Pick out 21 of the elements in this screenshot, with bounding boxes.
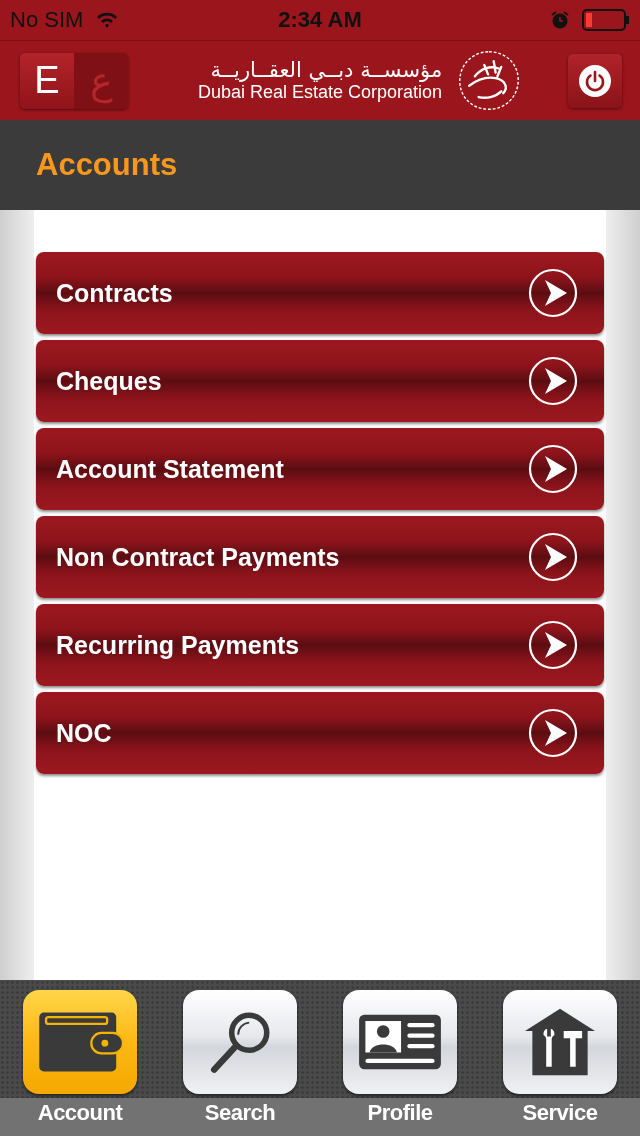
carrier-text: No SIM (10, 7, 84, 33)
alarm-icon (550, 10, 570, 30)
language-button[interactable]: E (20, 52, 74, 109)
organization-name-arabic: مؤسســة دبــي العقــاريــة (210, 58, 443, 82)
tab[interactable]: Account (0, 980, 160, 1136)
tab[interactable]: Search (160, 980, 320, 1136)
power-button[interactable] (568, 53, 622, 108)
menu-item[interactable]: Non Contract Payments (36, 516, 604, 598)
battery-icon (582, 9, 630, 31)
menu-item[interactable]: Recurring Payments (36, 604, 604, 686)
power-icon (578, 63, 612, 98)
menu-item[interactable]: NOC (36, 692, 604, 774)
menu-item[interactable]: Contracts (36, 252, 604, 334)
organization-name: Dubai Real Estate Corporation (198, 82, 443, 103)
menu-item[interactable]: Cheques (36, 340, 604, 422)
status-time: 2:34 AM (278, 7, 362, 33)
menu-item[interactable]: Account Statement (36, 428, 604, 510)
wifi-icon (95, 11, 120, 29)
tab[interactable]: Profile (320, 980, 480, 1136)
page-title: Accounts (36, 147, 178, 183)
tab[interactable]: Service (480, 980, 640, 1136)
